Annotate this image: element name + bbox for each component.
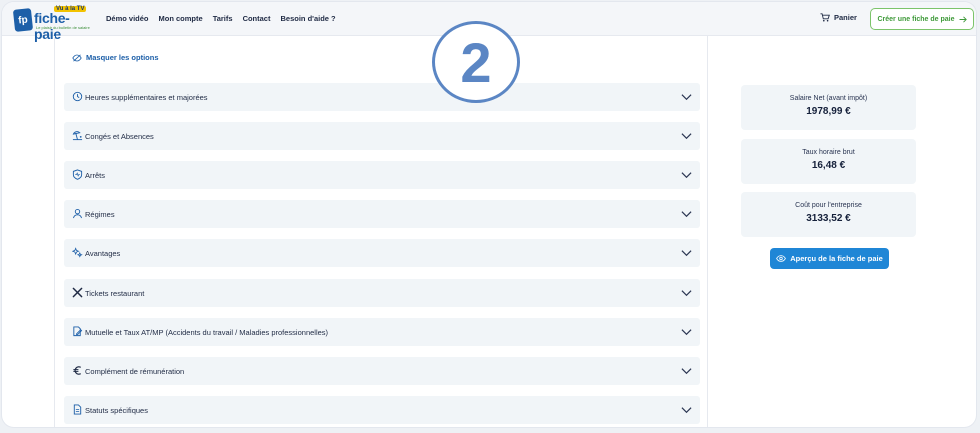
section-complement-remuneration[interactable]: Complément de rémunération (64, 357, 700, 385)
app-window: fp fiche-paie Vu à la TV Le plaisir du b… (2, 2, 976, 427)
chevron-down-icon (681, 172, 692, 179)
main-nav: Démo vidéo Mon compte Tarifs Contact Bes… (106, 14, 336, 23)
nav-demo-video[interactable]: Démo vidéo (106, 14, 149, 23)
card-title: Salaire Net (avant impôt) (789, 95, 868, 102)
document-icon (73, 404, 82, 415)
health-shield-icon (72, 169, 83, 180)
eye-off-icon (72, 54, 82, 61)
create-payslip-button[interactable]: Créer une fiche de paie (870, 8, 974, 30)
payslip-preview-button[interactable]: Aperçu de la fiche de paie (770, 248, 889, 269)
create-payslip-label: Créer une fiche de paie (877, 15, 955, 23)
section-tickets-restaurant[interactable]: Tickets restaurant (64, 279, 700, 307)
cutlery-icon (72, 287, 83, 298)
section-label: Heures supplémentaires et majorées (85, 92, 208, 102)
chevron-down-icon (681, 94, 692, 101)
chevron-down-icon (681, 407, 692, 414)
section-label: Régimes (85, 209, 115, 219)
section-label: Complément de rémunération (85, 366, 185, 376)
chevron-down-icon (681, 250, 692, 257)
section-label: Avantages (85, 248, 121, 258)
chevron-down-icon (681, 211, 692, 218)
section-label: Tickets restaurant (85, 288, 145, 298)
nav-besoin-aide[interactable]: Besoin d'aide ? (280, 14, 335, 23)
euro-icon (73, 366, 82, 375)
user-icon (73, 209, 82, 219)
beach-icon (72, 131, 83, 141)
section-mutuelle-taux[interactable]: Mutuelle et Taux AT/MP (Accidents du tra… (64, 318, 700, 346)
section-conges-absences[interactable]: Congés et Absences (64, 122, 700, 150)
chevron-down-icon (681, 290, 692, 297)
card-value: 1978,99 € (806, 106, 851, 117)
logo[interactable]: fp fiche-paie Vu à la TV Le plaisir du b… (12, 6, 94, 42)
section-arrets[interactable]: Arrêts (64, 161, 700, 189)
section-regimes[interactable]: Régimes (64, 200, 700, 228)
arrow-right-icon (959, 15, 967, 23)
nav-tarifs[interactable]: Tarifs (213, 14, 233, 23)
chevron-down-icon (681, 368, 692, 375)
chevron-down-icon (681, 133, 692, 140)
clock-icon (72, 91, 83, 102)
section-label: Statuts spécifiques (85, 405, 148, 415)
cart-link[interactable]: Panier (820, 13, 857, 22)
cart-icon (820, 13, 830, 22)
section-heures-supplementaires[interactable]: Heures supplémentaires et majorées (64, 83, 700, 111)
summary-card-hourly-rate: Taux horaire brut 16,48 € (741, 139, 916, 184)
options-panel: Masquer les options Heures supplémentair… (54, 36, 708, 427)
cart-label: Panier (834, 13, 857, 22)
card-value: 3133,52 € (806, 213, 851, 224)
card-value: 16,48 € (811, 160, 846, 171)
preview-label: Aperçu de la fiche de paie (790, 254, 883, 263)
logo-tv-badge: Vu à la TV (54, 6, 87, 12)
summary-card-net-salary: Salaire Net (avant impôt) 1978,99 € (741, 85, 916, 130)
section-label: Arrêts (85, 170, 106, 180)
mask-options-label: Masquer les options (86, 53, 159, 62)
logo-tagline: Le plaisir du bulletin de salaire (36, 25, 90, 30)
nav-mon-compte[interactable]: Mon compte (159, 14, 203, 23)
section-statuts-specifiques[interactable]: Statuts spécifiques (64, 396, 700, 424)
section-avantages[interactable]: Avantages (64, 239, 700, 267)
document-pen-icon (73, 326, 83, 337)
section-label: Congés et Absences (85, 131, 154, 141)
section-label: Mutuelle et Taux AT/MP (Accidents du tra… (85, 327, 329, 337)
step-number-badge: 2 (432, 21, 520, 103)
logo-badge: fp (12, 8, 34, 32)
eye-icon (776, 255, 787, 262)
nav-contact[interactable]: Contact (243, 14, 271, 23)
card-title: Taux horaire brut (802, 149, 855, 156)
card-title: Coût pour l'entreprise (795, 202, 862, 209)
mask-options-link[interactable]: Masquer les options (72, 53, 159, 62)
summary-card-employer-cost: Coût pour l'entreprise 3133,52 € (741, 192, 916, 237)
chevron-down-icon (681, 329, 692, 336)
sparkle-icon (72, 247, 83, 258)
